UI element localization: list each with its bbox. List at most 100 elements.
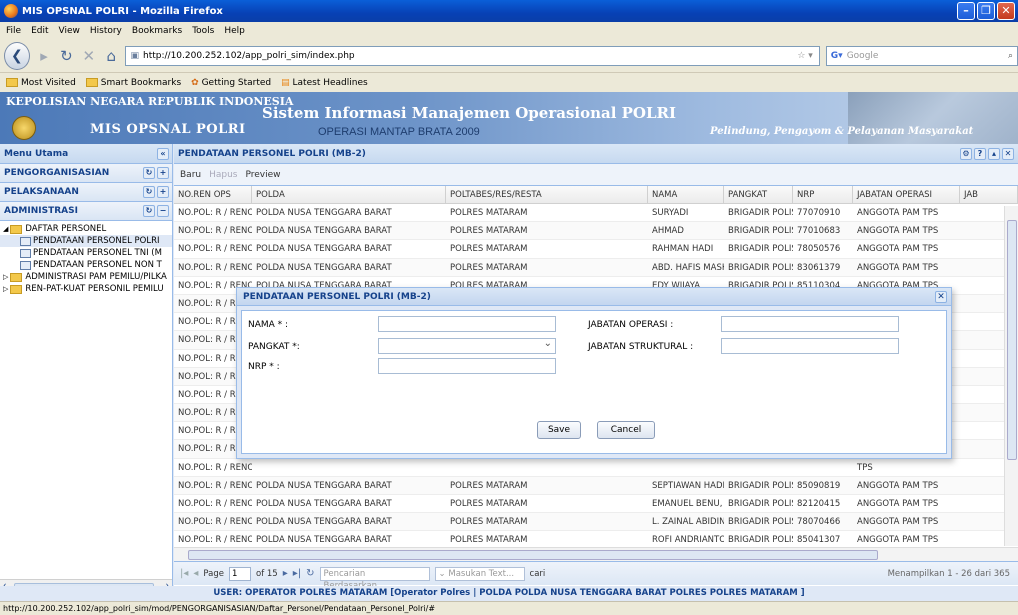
column-header[interactable]: POLTABES/RES/RESTA — [446, 186, 648, 203]
stop-icon[interactable]: ✕ — [81, 47, 97, 65]
grid-vscrollbar[interactable] — [1004, 206, 1018, 546]
help-icon[interactable]: ? — [974, 147, 986, 160]
column-header[interactable]: NRP — [793, 186, 853, 203]
column-header[interactable]: NO.REN OPS — [174, 186, 252, 203]
accordion-pelaksanaan[interactable]: PELAKSANAAN ↻ + — [0, 183, 172, 202]
menu-bookmarks[interactable]: Bookmarks — [132, 26, 182, 36]
close-window-button[interactable]: ✕ — [997, 2, 1015, 20]
close-dialog-icon[interactable]: ✕ — [935, 290, 947, 303]
table-row[interactable]: NO.POL: R / RENOP POLDA NUSA TENGGARA BAR… — [174, 495, 1018, 514]
expand-icon[interactable]: + — [157, 186, 169, 198]
scroll-thumb[interactable] — [188, 550, 878, 560]
tree-item-pendataan-tni[interactable]: PENDATAAN PERSONEL TNI (M — [0, 247, 172, 259]
back-button[interactable]: ❮ — [4, 42, 30, 70]
pangkat-label: PANGKAT *: — [248, 342, 300, 352]
table-row[interactable]: NO.POL: R / RENOP POLDA NUSA TENGGARA BAR… — [174, 204, 1018, 223]
page-input[interactable] — [229, 566, 251, 581]
gear-icon[interactable]: ⚙ — [960, 147, 972, 160]
tree-item-pendataan-polri[interactable]: PENDATAAN PERSONEL POLRI — [0, 235, 172, 247]
scroll-thumb[interactable] — [1007, 220, 1017, 460]
nrp-input[interactable] — [378, 358, 556, 374]
expand-icon[interactable]: + — [157, 167, 169, 179]
refresh-icon[interactable]: ↻ — [306, 568, 314, 579]
last-page-icon[interactable]: ▸| — [293, 568, 301, 579]
refresh-icon[interactable]: ↻ — [143, 186, 155, 198]
collapse-up-icon[interactable]: ▴ — [988, 147, 1000, 160]
search-icon[interactable]: ⌕ — [1008, 51, 1017, 61]
cari-button[interactable]: cari — [530, 569, 546, 579]
table-cell: SEPTIAWAN HADI I — [652, 480, 724, 491]
search-box[interactable]: G▾ Google ⌕ — [825, 46, 1018, 66]
table-cell: NO.POL: R / RENOP — [178, 244, 252, 255]
tree-item-daftar-personel[interactable]: ◢ DAFTAR PERSONEL — [0, 223, 172, 235]
cancel-button[interactable]: Cancel — [597, 421, 655, 439]
forward-icon[interactable]: ▸ — [36, 47, 52, 65]
search-text-input[interactable]: ⌄ Masukan Text... — [434, 566, 525, 581]
bookmark-latest-headlines[interactable]: ▤ Latest Headlines — [281, 78, 368, 88]
jabatan-struktural-input[interactable] — [721, 338, 899, 354]
baru-button[interactable]: Baru — [180, 170, 201, 180]
url-bar[interactable]: ▣ http://10.200.252.102/app_polri_sim/in… — [125, 46, 820, 66]
jabatan-operasi-label: JABATAN OPERASI : — [588, 320, 674, 330]
bookmark-getting-started[interactable]: ✿ Getting Started — [191, 78, 271, 88]
grid-icon — [20, 248, 31, 258]
column-header[interactable]: PANGKAT — [724, 186, 793, 203]
app-short-name: MIS OPSNAL POLRI — [90, 122, 246, 137]
maximize-button[interactable]: ❐ — [977, 2, 995, 20]
tree-item-administrasi-pam[interactable]: ▷ ADMINISTRASI PAM PEMILU/PILKA — [0, 271, 172, 283]
menu-file[interactable]: File — [6, 26, 21, 36]
table-row[interactable]: NO.POL: R / RENOP POLDA NUSA TENGGARA BAR… — [174, 513, 1018, 532]
pangkat-select[interactable] — [378, 338, 556, 354]
minimize-button[interactable]: – — [957, 2, 975, 20]
motto: Pelindung, Pengayom & Pelayanan Masyarak… — [710, 126, 974, 137]
table-cell: 85041307 — [797, 535, 841, 546]
preview-button[interactable]: Preview — [245, 170, 280, 180]
save-button[interactable]: Save — [537, 421, 581, 439]
prev-page-icon[interactable]: ◂ — [193, 568, 198, 579]
table-row[interactable]: NO.POL: R / RENOP POLDA NUSA TENGGARA BAR… — [174, 476, 1018, 495]
table-row[interactable]: NO.POL: R / RENOP POLDA NUSA TENGGARA BAR… — [174, 222, 1018, 241]
table-cell: POLDA NUSA TENGGARA BARAT — [256, 208, 392, 218]
reload-icon[interactable]: ↻ — [58, 47, 74, 65]
bookmark-star-icon[interactable]: ☆ ▾ — [797, 51, 818, 61]
collapse-icon[interactable]: − — [157, 205, 169, 217]
hapus-button[interactable]: Hapus — [209, 170, 237, 180]
collapse-panel-icon[interactable]: « — [157, 147, 169, 160]
menu-tools[interactable]: Tools — [192, 26, 214, 36]
home-icon[interactable]: ⌂ — [103, 47, 119, 65]
menu-edit[interactable]: Edit — [31, 26, 48, 36]
google-icon[interactable]: G▾ — [831, 51, 843, 61]
close-icon[interactable]: ✕ — [1002, 147, 1014, 160]
next-page-icon[interactable]: ▸ — [283, 568, 288, 579]
table-cell: NO.POL: R / RENOP — [178, 208, 252, 218]
table-cell: BRIGADIR POLISI D — [728, 226, 793, 237]
tree-item-ren-pat-kuat[interactable]: ▷ REN-PAT-KUAT PERSONIL PEMILU — [0, 283, 172, 295]
browser-menubar: File Edit View History Bookmarks Tools H… — [0, 22, 1018, 40]
table-row[interactable]: NO.POL: R / RENOP POLDA NUSA TENGGARA BAR… — [174, 240, 1018, 259]
bookmark-most-visited[interactable]: Most Visited — [6, 77, 76, 88]
menu-view[interactable]: View — [59, 26, 80, 36]
jabatan-struktural-label: JABATAN STRUKTURAL : — [588, 342, 694, 352]
grid-hscrollbar[interactable] — [174, 547, 1018, 561]
refresh-icon[interactable]: ↻ — [143, 167, 155, 179]
table-row[interactable]: NO.POL: R / RENOP POLDA NUSA TENGGARA BAR… — [174, 258, 1018, 277]
menu-history[interactable]: History — [90, 26, 122, 36]
table-cell: NO.POL: R / RENOP — [178, 517, 252, 528]
tree-item-pendataan-non-tni[interactable]: PENDATAAN PERSONEL NON T — [0, 259, 172, 271]
refresh-icon[interactable]: ↻ — [143, 205, 155, 217]
table-cell: POLRES MATARAM — [450, 480, 528, 491]
system-name: Sistem Informasi Manajemen Operasional P… — [262, 104, 677, 122]
first-page-icon[interactable]: |◂ — [180, 568, 188, 579]
column-header[interactable]: JABATAN OPERASI — [853, 186, 960, 203]
table-row[interactable]: NO.POL: R / RENOP TPS — [174, 459, 1018, 477]
accordion-administrasi[interactable]: ADMINISTRASI ↻ − — [0, 202, 172, 221]
accordion-pengorganisasian[interactable]: PENGORGANISASIAN ↻ + — [0, 164, 172, 183]
nama-input[interactable] — [378, 316, 556, 332]
search-field-select[interactable]: Pencarian Berdasarkan... — [319, 566, 430, 591]
column-header[interactable]: POLDA — [252, 186, 446, 203]
jabatan-operasi-input[interactable] — [721, 316, 899, 332]
column-header[interactable]: NAMA — [648, 186, 724, 203]
bookmark-smart-bookmarks[interactable]: Smart Bookmarks — [85, 77, 181, 88]
menu-help[interactable]: Help — [224, 26, 245, 36]
column-header[interactable]: JAB — [960, 186, 1018, 203]
